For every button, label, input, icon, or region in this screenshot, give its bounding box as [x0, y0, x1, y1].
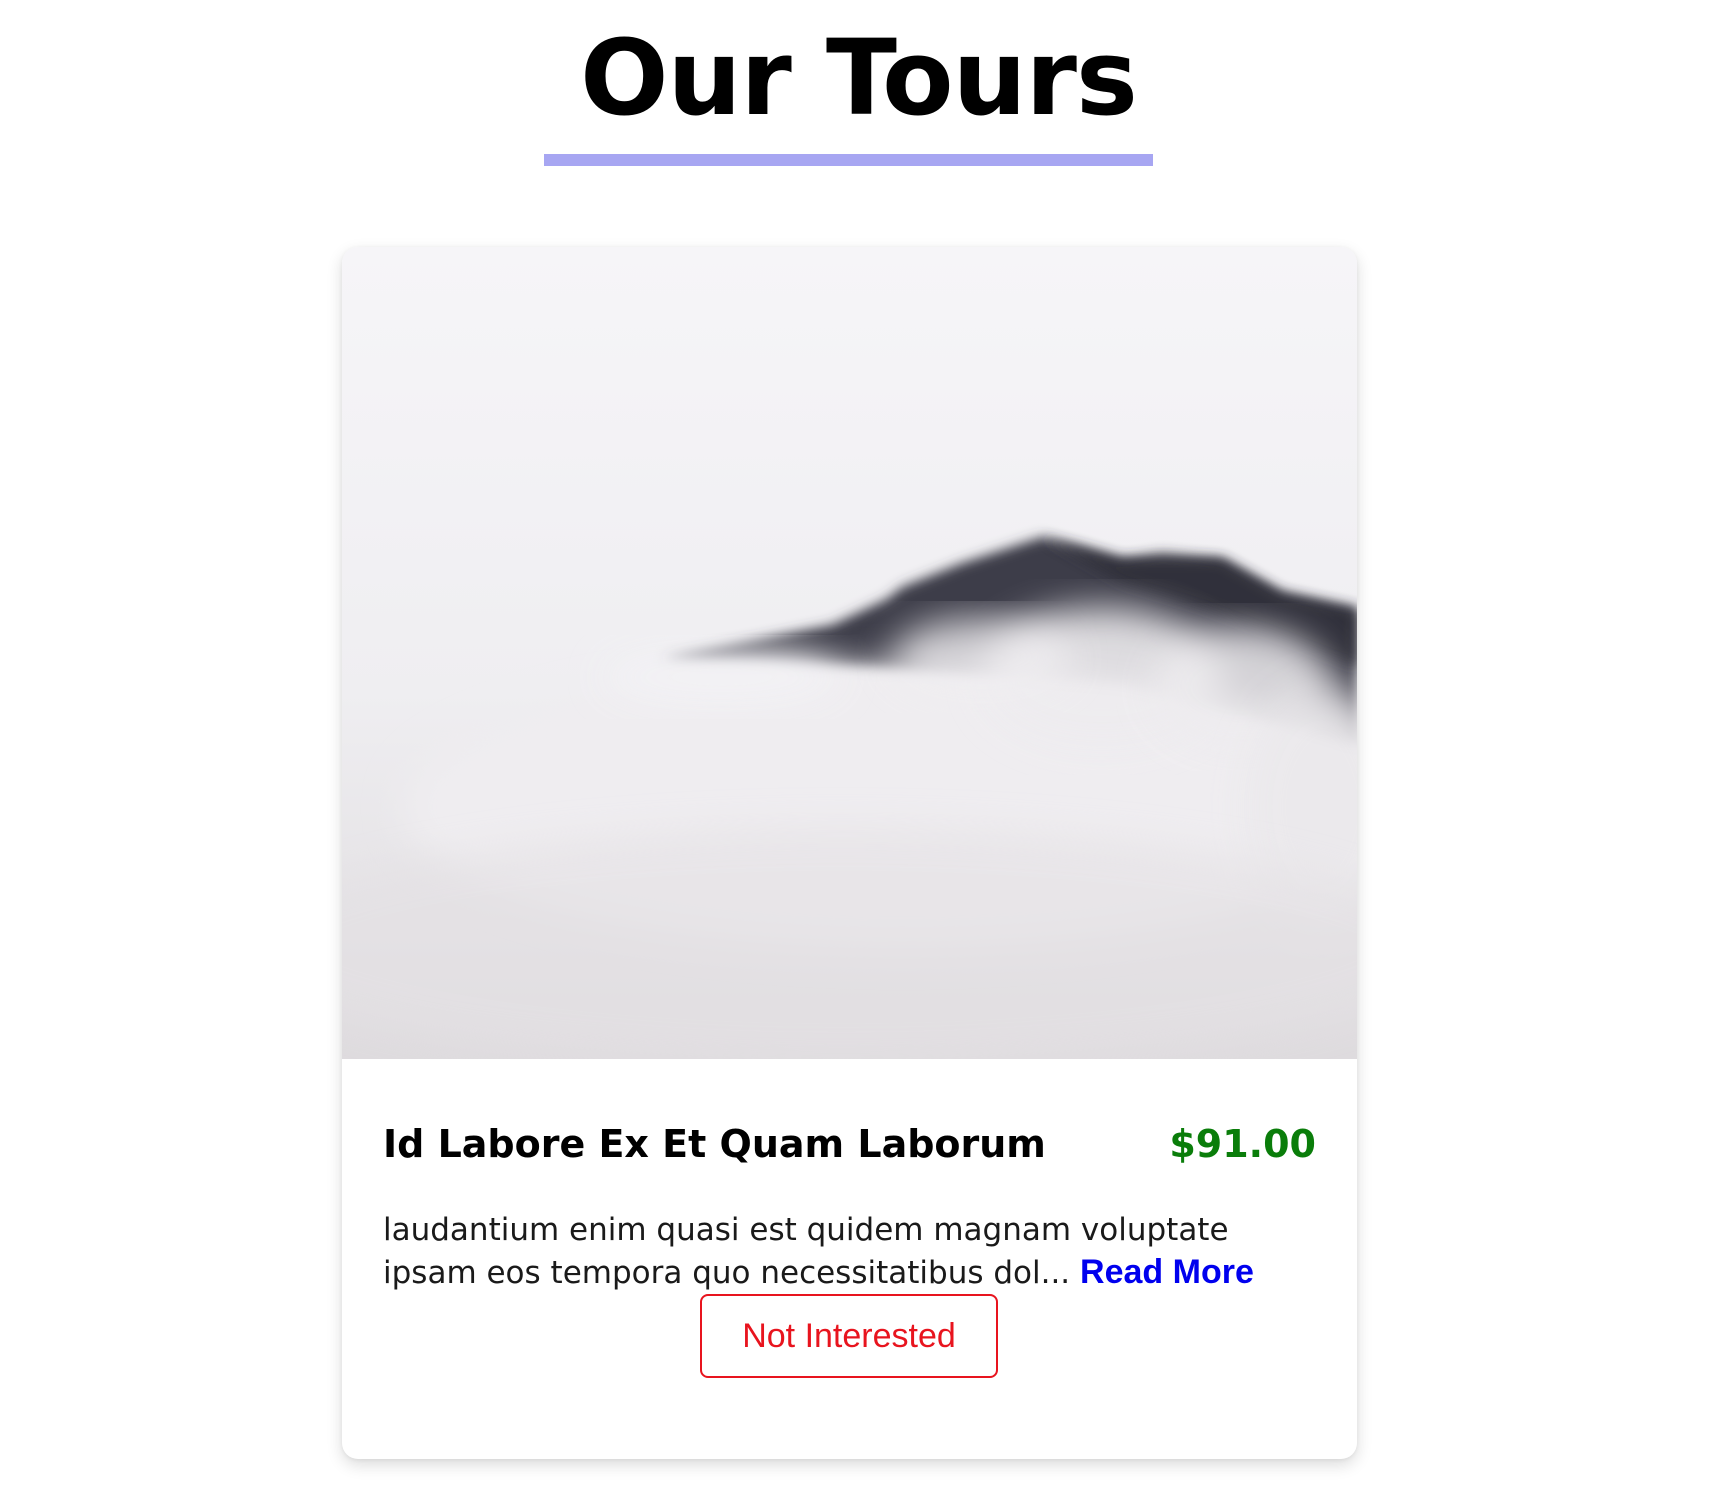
tour-image [342, 247, 1357, 1059]
tour-info: laudantium enim quasi est quidem magnam … [383, 1209, 1323, 1295]
tour-card-body: Id Labore Ex Et Quam Laborum $91.00 laud… [342, 1059, 1357, 1459]
title-underline [544, 154, 1153, 166]
tour-price: $91.00 [1169, 1122, 1316, 1166]
tour-name: Id Labore Ex Et Quam Laborum [383, 1122, 1046, 1166]
tours-page: Our Tours Id Labore Ex Et Quam Laborum $… [0, 0, 1717, 1497]
read-more-button[interactable]: Read More [1080, 1253, 1254, 1292]
tour-card: Id Labore Ex Et Quam Laborum $91.00 laud… [342, 247, 1357, 1459]
not-interested-button[interactable]: Not Interested [700, 1294, 998, 1378]
page-title: Our Tours [580, 17, 1138, 139]
